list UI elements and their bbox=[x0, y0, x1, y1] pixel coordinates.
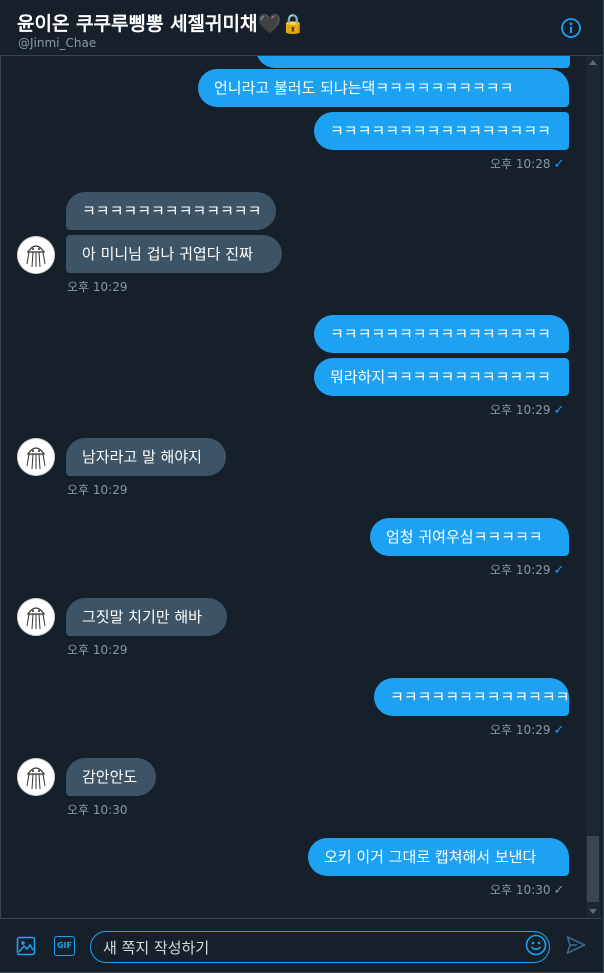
read-check-icon: ✓ bbox=[553, 157, 565, 172]
conversation-header: 윤이온 쿠쿠루삥뽕 세젤귀미채🖤🔒 @Jinmi_Chae bbox=[0, 0, 602, 56]
message-bubble-incoming[interactable]: 아 미니님 겁나 귀엽다 진짜 bbox=[66, 235, 282, 273]
message-timestamp: 오후 10:29 ✓ bbox=[490, 723, 565, 738]
info-icon[interactable] bbox=[560, 17, 582, 39]
message-bubble-incoming[interactable]: 남자라고 말 해야지 bbox=[66, 438, 226, 476]
avatar[interactable] bbox=[17, 758, 55, 796]
send-icon[interactable] bbox=[566, 935, 586, 959]
avatar[interactable] bbox=[17, 598, 55, 636]
message-timestamp: 오후 10:29 bbox=[67, 643, 128, 657]
scrollbar[interactable] bbox=[586, 56, 600, 918]
message-input[interactable] bbox=[101, 936, 525, 960]
avatar[interactable] bbox=[17, 438, 55, 476]
message-timestamp: 오후 10:30 ✓ bbox=[490, 883, 565, 898]
message-timestamp: 오후 10:30 bbox=[67, 803, 128, 817]
message-bubble-outgoing[interactable] bbox=[256, 56, 570, 68]
read-check-icon: ✓ bbox=[553, 723, 565, 738]
gif-icon[interactable]: GIF bbox=[54, 936, 75, 956]
message-bubble-outgoing[interactable]: 오키 이거 그대로 캡쳐해서 보낸다 bbox=[308, 838, 569, 876]
scroll-up-arrow-icon[interactable] bbox=[589, 60, 597, 65]
message-timestamp: 오후 10:29 ✓ bbox=[490, 563, 565, 578]
message-bubble-incoming[interactable]: 그짓말 치기만 해바 bbox=[66, 598, 227, 636]
message-timestamp: 오후 10:29 bbox=[67, 280, 128, 294]
read-check-icon: ✓ bbox=[553, 403, 565, 418]
message-timestamp: 오후 10:28 ✓ bbox=[490, 157, 565, 172]
message-timestamp: 오후 10:29 bbox=[67, 483, 128, 497]
message-bubble-incoming[interactable]: ㅋㅋㅋㅋㅋㅋㅋㅋㅋㅋㅋㅋㅋ bbox=[66, 192, 276, 230]
message-bubble-outgoing[interactable]: 엄청 귀여우심ㅋㅋㅋㅋㅋ bbox=[370, 518, 569, 556]
message-bubble-outgoing[interactable]: ㅋㅋㅋㅋㅋㅋㅋㅋㅋㅋㅋㅋㅋㅋㅋㅋ bbox=[314, 315, 569, 353]
image-icon[interactable] bbox=[16, 936, 36, 960]
emoji-icon[interactable] bbox=[525, 934, 547, 960]
message-bubble-outgoing[interactable]: 뭐라하지ㅋㅋㅋㅋㅋㅋㅋㅋㅋㅋㅋㅋ bbox=[314, 358, 569, 396]
sent-check-icon: ✓ bbox=[553, 883, 565, 898]
message-timestamp: 오후 10:29 ✓ bbox=[490, 403, 565, 418]
message-bubble-outgoing[interactable]: ㅋㅋㅋㅋㅋㅋㅋㅋㅋㅋㅋㅋㅋㅋㅋㅋ bbox=[314, 112, 569, 150]
message-input-field[interactable] bbox=[90, 931, 550, 963]
message-bubble-outgoing[interactable]: 언니라고 불러도 되냐는댁ㅋㅋㅋㅋㅋㅋㅋㅋㅋㅋ bbox=[198, 69, 569, 107]
conversation-handle[interactable]: @Jinmi_Chae bbox=[18, 36, 96, 50]
conversation-title[interactable]: 윤이온 쿠쿠루삥뽕 세젤귀미채🖤🔒 bbox=[17, 9, 305, 36]
scroll-down-arrow-icon[interactable] bbox=[589, 909, 597, 914]
message-bubble-outgoing[interactable]: ㅋㅋㅋㅋㅋㅋㅋㅋㅋㅋㅋㅋㅋ bbox=[374, 678, 569, 716]
scrollbar-track[interactable] bbox=[586, 56, 600, 918]
read-check-icon: ✓ bbox=[553, 563, 565, 578]
message-bubble-incoming[interactable]: 감안안도 bbox=[66, 758, 156, 796]
scrollbar-thumb[interactable] bbox=[587, 836, 599, 902]
avatar[interactable] bbox=[17, 236, 55, 274]
message-composer: GIF bbox=[0, 918, 602, 972]
message-list[interactable]: 언니라고 불러도 되냐는댁ㅋㅋㅋㅋㅋㅋㅋㅋㅋㅋ ㅋㅋㅋㅋㅋㅋㅋㅋㅋㅋㅋㅋㅋㅋㅋㅋ… bbox=[0, 56, 584, 918]
